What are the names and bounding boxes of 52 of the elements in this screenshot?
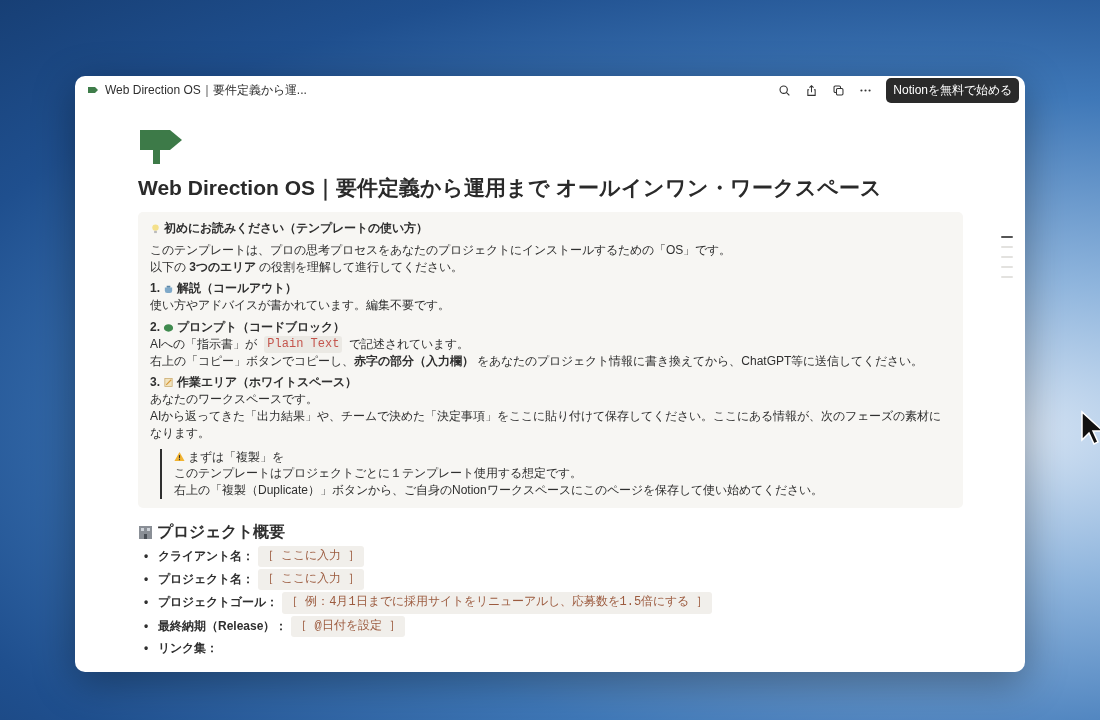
section-heading: プロジェクト概要 [157,521,285,542]
search-icon[interactable] [778,83,792,97]
callout-text: 使い方やアドバイスが書かれています。編集不要です。 [150,297,451,314]
breadcrumb-title[interactable]: Web Direction OS｜要件定義から運... [105,81,769,99]
outline-mark[interactable] [1001,256,1013,258]
duplicate-icon[interactable] [832,83,846,97]
warning-icon [174,451,185,463]
quote-heading: まずは「複製」を [188,448,284,466]
bullet: • [144,617,150,635]
share-icon[interactable] [805,83,819,97]
field-label: プロジェクトゴール： [158,594,278,612]
field-label: プロジェクト名： [158,571,254,589]
callout-text: 右上の「コピー」ボタンでコピーし、赤字の部分（入力欄） をあなたのプロジェクト情報に書き換えてから、ChatGPT等に送信してください。 [150,352,925,370]
callout-text: このテンプレートは、プロの思考プロセスをあなたのプロジェクトにインストールするための「OS」です。 [150,241,733,259]
field-label: 最終納期（Release）： [158,617,288,635]
outline-mark[interactable] [1001,246,1013,248]
field-value: ［ ここに入力 ］ [258,569,365,591]
section-title: プロンプト（コードブロック） [177,319,345,336]
field-value: ［ 例：4月1日までに採用サイトをリニューアルし、応募数を1.5倍にする ］ [282,592,713,614]
section-number: 3. [150,374,160,392]
quote-text: このテンプレートはプロジェクトごとに１テンプレート使用する想定です。 [174,465,583,483]
bullet: • [144,547,150,565]
callout-text: AIへの「指示書」が [150,335,258,353]
teapot-icon [163,283,174,295]
notepad-icon [163,377,174,389]
section-number: 2. [150,319,160,336]
outline-mark[interactable] [1001,266,1013,268]
callout-text: AIから返ってきた「出力結果」や、チームで決めた「決定事項」をここに貼り付けて保存してください。ここにある情報が、次のフェーズの素材になります。 [150,407,943,442]
start-notion-button[interactable]: Notionを無料で始める [886,77,1019,103]
outline-mark[interactable] [1001,236,1013,238]
outline-mark[interactable] [1001,276,1013,278]
bullet: • [144,594,150,612]
field-label: リンク集： [158,639,218,657]
section-title: 作業エリア（ホワイトスペース） [177,374,357,392]
field-value: ［ @日付を設定 ］ [291,615,405,637]
bullet: • [144,571,150,589]
signpost-icon [87,85,99,95]
callout-text: あなたのワークスペースです。 [150,391,319,408]
field-label: クライアント名： [158,547,254,565]
page-title: Web Direction OS｜要件定義から運用まで オールインワン・ワークスペース [138,175,883,202]
section-title: 解説（コールアウト） [177,280,297,298]
field-value: ［ ここに入力 ］ [258,545,365,568]
bullet: • [144,639,150,657]
quote-text: 右上の「複製（Duplicate）」ボタンから、ご自身のNotionワークスペースにこのページを保存して使い始めてください。 [174,482,824,499]
building-icon [138,524,153,540]
callout-text: で記述されています。 [349,335,470,353]
inline-code: Plain Text [264,335,343,353]
callout-text: 以下の 3つのエリア の役割を理解して進行してください。 [150,258,465,276]
callout-heading: 初めにお読みください（テンプレートの使い方） [164,220,428,237]
section-number: 1. [150,280,160,298]
blob-icon [163,321,174,333]
lightbulb-icon [150,222,161,234]
